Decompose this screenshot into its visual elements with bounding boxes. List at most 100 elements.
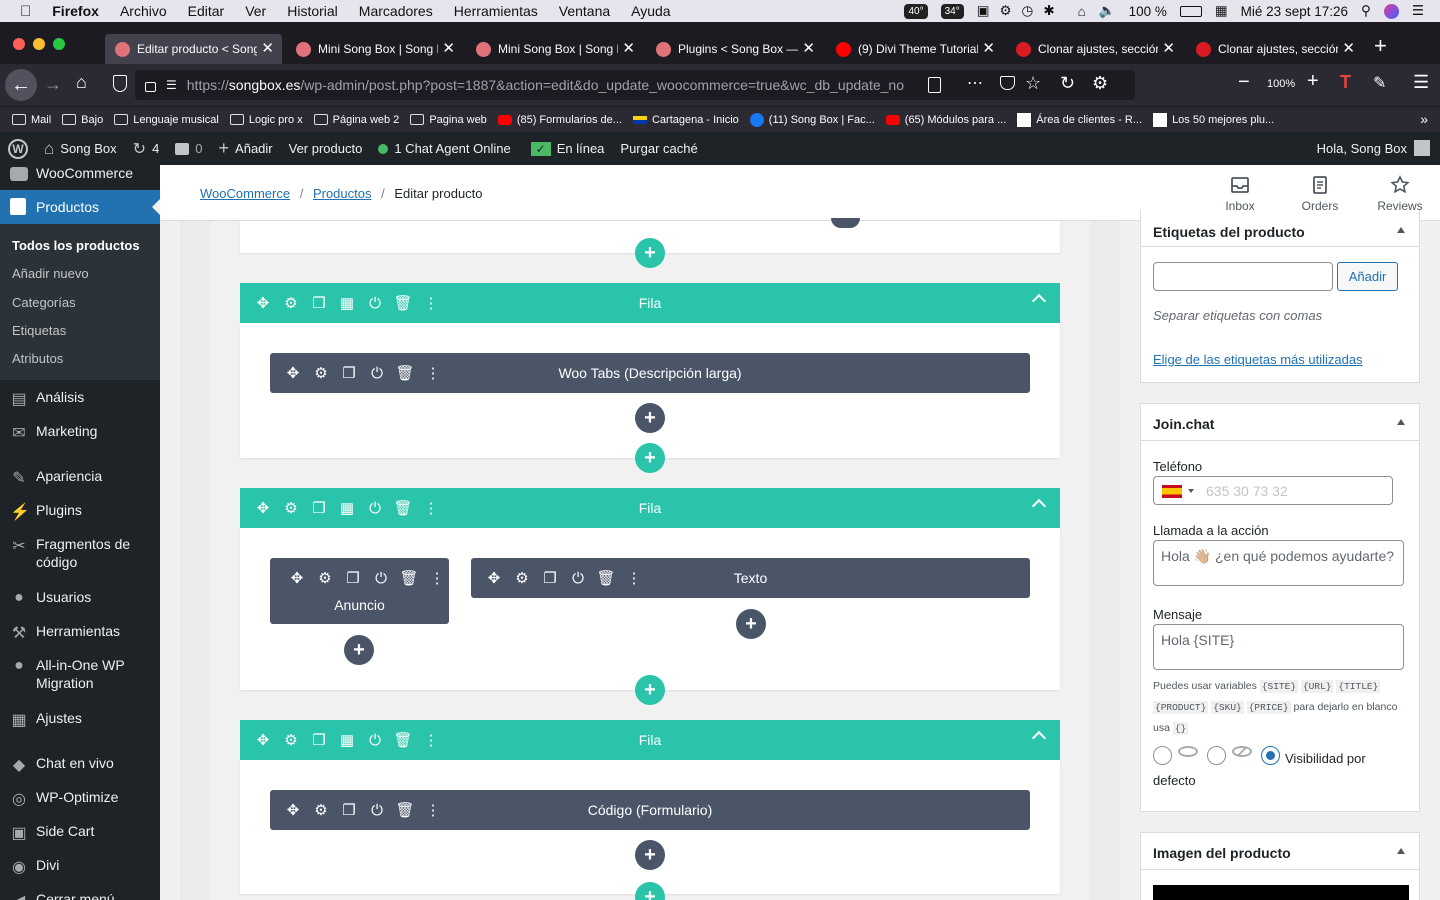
collapse-arrow-icon[interactable] xyxy=(1397,419,1405,425)
wordpress-logo-icon[interactable]: W xyxy=(8,138,28,159)
window-zoom-button[interactable] xyxy=(53,38,65,50)
sidebar-item-chart[interactable]: ▤ Análisis xyxy=(0,388,150,408)
zoom-in-button[interactable]: + xyxy=(1307,70,1319,93)
inbox-button[interactable]: Inbox xyxy=(1210,175,1270,213)
sidebar-item-migration[interactable]: ● All-in-One WP Migration xyxy=(0,656,150,692)
power-icon[interactable]: ⏻ xyxy=(372,569,390,587)
country-dropdown-icon[interactable] xyxy=(1188,489,1194,493)
sidebar-item-scissors[interactable]: ✂ Fragmentos de código xyxy=(0,535,150,571)
browser-tab[interactable]: Clonar ajustes, sección ✕ xyxy=(1186,34,1363,64)
bookmark-item[interactable]: Logic pro x xyxy=(229,114,303,126)
bookmark-item[interactable]: Área de clientes - R... xyxy=(1017,112,1142,127)
menu-ayuda[interactable]: Ayuda xyxy=(631,3,670,19)
trash-icon[interactable]: 🗑 xyxy=(399,569,418,587)
bookmark-item[interactable]: Pagina web xyxy=(410,114,487,126)
window-minimize-button[interactable] xyxy=(33,38,45,50)
add-row-button[interactable]: + xyxy=(635,443,665,473)
back-button[interactable]: ← xyxy=(5,69,37,101)
bookmark-item[interactable]: Los 50 mejores plu... xyxy=(1153,112,1274,127)
submenu-add-new[interactable]: Añadir nuevo xyxy=(12,266,89,281)
forward-button[interactable]: → xyxy=(44,74,62,95)
menu-herramientas[interactable]: Herramientas xyxy=(454,3,538,19)
reload-button[interactable]: ↻ xyxy=(1060,73,1075,94)
permissions-icon[interactable]: ☰ xyxy=(166,78,177,92)
window-close-button[interactable] xyxy=(13,38,25,50)
browser-tab[interactable]: (9) Divi Theme Tutorial ✕ xyxy=(826,34,1003,64)
wifi-icon[interactable]: ⌂ xyxy=(1078,4,1086,19)
status-icons[interactable]: ▣⚙◷✱ xyxy=(977,3,1065,19)
submenu-categories[interactable]: Categorías xyxy=(12,295,76,310)
admin-bar-comments[interactable]: 0 xyxy=(175,141,203,156)
menu-firefox[interactable]: Firefox xyxy=(52,3,99,19)
gear-icon[interactable]: ⚙ xyxy=(316,569,334,587)
admin-bar-new[interactable]: + Añadir xyxy=(219,138,273,159)
tab-close-icon[interactable]: ✕ xyxy=(1162,41,1175,56)
bookmark-star-icon[interactable]: ☆ xyxy=(1025,73,1041,94)
admin-bar-site[interactable]: ⌂ Song Box xyxy=(44,139,117,159)
submenu-all-products[interactable]: Todos los productos xyxy=(12,238,140,253)
add-module-button[interactable]: + xyxy=(344,635,374,665)
submenu-attributes[interactable]: Atributos xyxy=(12,351,63,366)
spain-flag-icon[interactable] xyxy=(1162,485,1182,498)
menu-archivo[interactable]: Archivo xyxy=(120,3,167,19)
message-textarea[interactable]: Hola {SITE} xyxy=(1153,624,1404,670)
admin-bar-updates[interactable]: ↻ 4 xyxy=(133,139,160,159)
zoom-level[interactable]: 100% xyxy=(1267,78,1295,90)
zoom-out-button[interactable]: − xyxy=(1238,71,1250,94)
tab-close-icon[interactable]: ✕ xyxy=(622,41,635,56)
browser-tab[interactable]: Plugins < Song Box — WordPress ✕ xyxy=(646,34,823,64)
joinchat-metabox-header[interactable]: Join.chat xyxy=(1141,404,1419,441)
duplicate-icon[interactable]: ❐ xyxy=(344,569,362,587)
browser-tab[interactable]: Clonar ajustes, sección ✕ xyxy=(1006,34,1183,64)
add-row-button[interactable]: + xyxy=(635,675,665,705)
cta-textarea[interactable]: Hola 👋🏼 ¿en qué podemos ayudarte? xyxy=(1153,540,1404,586)
browser-tab[interactable]: Mini Song Box | Song Box ✕ xyxy=(466,34,643,64)
submenu-tags[interactable]: Etiquetas xyxy=(12,323,66,338)
add-row-button[interactable]: + xyxy=(635,238,665,268)
product-image-header[interactable]: Imagen del producto xyxy=(1141,833,1419,870)
apple-icon[interactable]:  xyxy=(20,3,31,20)
lock-icon[interactable] xyxy=(145,82,156,92)
phone-field[interactable]: 635 30 73 32 xyxy=(1153,476,1393,505)
sidebar-item-products[interactable]: Productos xyxy=(0,190,160,224)
bookmark-item[interactable]: Página web 2 xyxy=(313,114,399,126)
breadcrumb-woocommerce[interactable]: WooCommerce xyxy=(200,186,290,201)
sidebar-item-woocommerce[interactable]: WooCommerce xyxy=(0,165,160,181)
menu-ventana[interactable]: Ventana xyxy=(559,3,610,19)
page-actions-icon[interactable]: ⋯ xyxy=(967,73,984,93)
orders-button[interactable]: Orders xyxy=(1290,175,1350,213)
sidebar-item-cart[interactable]: ▣ Side Cart xyxy=(0,822,150,842)
tab-close-icon[interactable]: ✕ xyxy=(261,41,274,56)
bookmark-item[interactable]: Cartagena - Inicio xyxy=(632,114,739,126)
reviews-button[interactable]: Reviews xyxy=(1370,175,1430,213)
menu-editar[interactable]: Editar xyxy=(188,3,225,19)
builder-module-codigo[interactable]: ✥ ⚙ ❐ ⏻ 🗑 ⋮ Código (Formulario) xyxy=(270,790,1030,830)
browser-tab[interactable]: Mini Song Box | Song Box ✕ xyxy=(286,34,463,64)
move-icon[interactable]: ✥ xyxy=(288,569,306,587)
sidebar-item-megaphone[interactable]: ✉ Marketing xyxy=(0,422,150,442)
app-menu-button[interactable]: ☰ xyxy=(1413,72,1429,93)
menu-marcadores[interactable]: Marcadores xyxy=(359,3,433,19)
builder-module-woo-tabs[interactable]: ✥ ⚙ ❐ ⏻ 🗑 ⋮ Woo Tabs (Descripción larga) xyxy=(270,353,1030,393)
add-module-button[interactable]: + xyxy=(635,403,665,433)
bookmark-item[interactable]: Bajo xyxy=(62,114,103,126)
tab-close-icon[interactable]: ✕ xyxy=(802,41,815,56)
gpu-temp-badge[interactable]: 34° xyxy=(940,3,964,19)
collapse-arrow-icon[interactable] xyxy=(1397,227,1405,233)
extension-gear-icon[interactable]: ⚙ xyxy=(1092,73,1108,94)
more-bookmarks-icon[interactable]: » xyxy=(1420,111,1428,127)
extension-t-icon[interactable]: T xyxy=(1340,72,1351,93)
calendar-icon[interactable]: ▦ xyxy=(1215,3,1228,19)
sidebar-item-wrench[interactable]: ⚒ Herramientas xyxy=(0,622,150,642)
bookmark-item[interactable]: Mail xyxy=(12,114,51,126)
sidebar-item-divi[interactable]: ◉ Divi xyxy=(0,856,150,876)
shield-icon[interactable] xyxy=(113,75,127,92)
search-icon[interactable]: ⚲ xyxy=(1361,3,1371,19)
menu-ver[interactable]: Ver xyxy=(245,3,266,19)
sidebar-item-brush[interactable]: ✎ Apariencia xyxy=(0,467,150,487)
builder-module-texto[interactable]: ✥ ⚙ ❐ ⏻ 🗑 ⋮ Texto xyxy=(471,558,1030,598)
bookmark-item[interactable]: Lenguaje musical xyxy=(114,114,219,126)
tab-close-icon[interactable]: ✕ xyxy=(442,41,455,56)
add-tag-button[interactable]: Añadir xyxy=(1337,262,1398,291)
tab-close-icon[interactable]: ✕ xyxy=(1342,41,1355,56)
